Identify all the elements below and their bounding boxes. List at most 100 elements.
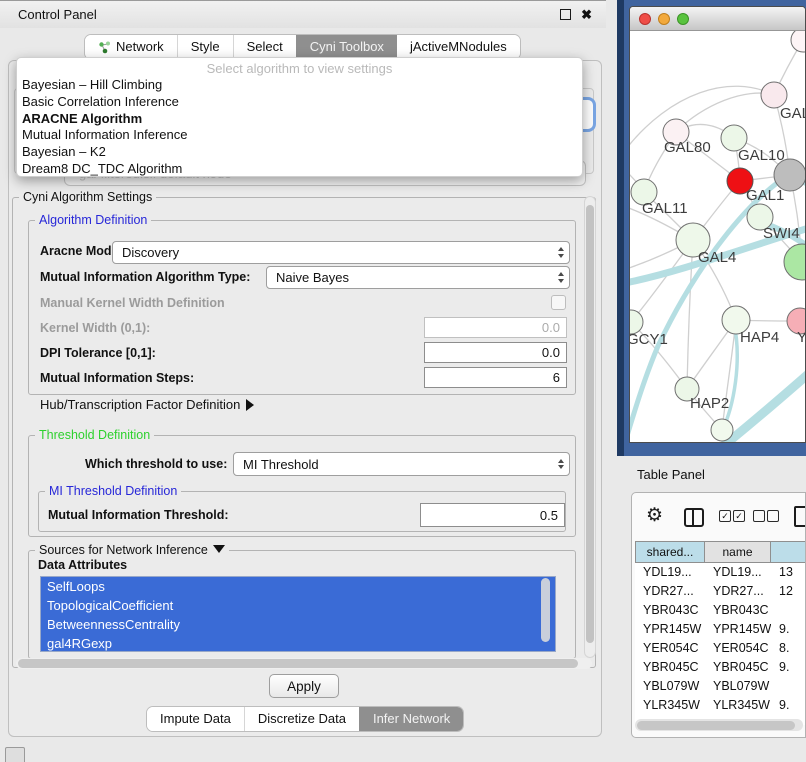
node-label: HAP2 (690, 395, 729, 412)
network-node[interactable] (711, 419, 733, 441)
table-row[interactable]: YLR345WYLR345W9. (635, 696, 806, 715)
tab-label: jActiveMNodules (410, 35, 507, 59)
tab-network[interactable]: Network (85, 35, 177, 59)
settings-horizontal-scrollbar[interactable] (16, 658, 592, 669)
algorithm-option[interactable]: Bayesian – Hill Climbing (17, 77, 582, 94)
table-cell[interactable]: YBR045C (705, 658, 771, 677)
tab-style[interactable]: Style (177, 35, 233, 59)
table-cell[interactable]: YDL19... (705, 563, 771, 582)
table-row[interactable]: YBR045CYBR045C9. (635, 658, 806, 677)
float-panel-icon[interactable] (560, 9, 571, 20)
table-cell[interactable]: YBR045C (635, 658, 705, 677)
attributes-list-scrollbar[interactable] (541, 578, 550, 642)
table-row[interactable]: YER054CYER054C8. (635, 639, 806, 658)
column-header[interactable]: shared... (635, 541, 705, 563)
tab-select[interactable]: Select (233, 35, 296, 59)
close-icon[interactable]: ✖ (581, 8, 592, 21)
tab-discretize-data[interactable]: Discretize Data (244, 707, 359, 731)
gear-icon[interactable]: ⚙ (646, 504, 663, 527)
table-cell[interactable]: 13 (771, 563, 806, 582)
apply-button[interactable]: Apply (269, 674, 339, 698)
algorithm-option[interactable]: Bayesian – K2 (17, 144, 582, 161)
checked-box-icon[interactable]: ✓ (733, 510, 745, 522)
node-label: GAL1 (746, 187, 784, 204)
mi-steps-field[interactable]: 6 (424, 367, 567, 388)
minimize-window-icon[interactable] (658, 13, 670, 25)
table-cell[interactable]: YDR27... (635, 582, 705, 601)
tab-impute-data[interactable]: Impute Data (147, 707, 244, 731)
tab-jactivemnodules[interactable]: jActiveMNodules (397, 35, 520, 59)
table-cell[interactable]: YPR145W (705, 620, 771, 639)
table-cell[interactable]: YER054C (635, 639, 705, 658)
table-cell[interactable]: 9. (771, 696, 806, 715)
unchecked-box-icon[interactable] (767, 510, 779, 522)
table-cell[interactable]: 9. (771, 620, 806, 639)
table-cell[interactable]: YDL19... (635, 563, 705, 582)
table-cell[interactable]: YLR345W (705, 696, 771, 715)
algorithm-option[interactable]: Mutual Information Inference (17, 127, 582, 144)
table-cell[interactable]: YBR043C (635, 601, 705, 620)
attribute-item[interactable]: SelfLoops (41, 577, 555, 596)
aracne-mode-value: Discovery (122, 245, 179, 260)
tab-label: Cyni Toolbox (310, 35, 384, 59)
table-cell[interactable] (771, 601, 806, 620)
mi-threshold-field[interactable]: 0.5 (420, 503, 565, 527)
column-header[interactable]: name (705, 541, 771, 563)
which-threshold-combo[interactable]: MI Threshold (233, 452, 570, 476)
docked-panel-icon[interactable] (5, 747, 25, 762)
table-cell[interactable]: YLR345W (635, 696, 705, 715)
table-cell[interactable] (771, 677, 806, 696)
table-cell[interactable]: YPR145W (635, 620, 705, 639)
table-row[interactable]: YBL079WYBL079W (635, 677, 806, 696)
node-label: Y (797, 329, 805, 346)
table-row[interactable]: YBR043CYBR043C (635, 601, 806, 620)
dpi-tolerance-field[interactable]: 0.0 (424, 342, 567, 363)
aracne-mode-combo[interactable]: Discovery (112, 241, 570, 264)
settings-vertical-scrollbar[interactable] (584, 196, 596, 658)
network-node[interactable] (791, 31, 805, 52)
data-attributes-list[interactable]: SelfLoopsTopologicalCoefficientBetweenne… (40, 576, 556, 652)
tab-infer-network[interactable]: Infer Network (359, 707, 463, 731)
network-canvas[interactable]: GALGAL80GAL10GAL1GAL11SWI4GAL4GCY1HAP4YH… (630, 31, 805, 443)
table-cell[interactable]: YBR043C (705, 601, 771, 620)
hub-definition-toggle[interactable]: Hub/Transcription Factor Definition (40, 397, 254, 412)
table-row[interactable]: YDL19...YDL19...13 (635, 563, 806, 582)
table-cell[interactable]: 12 (771, 582, 806, 601)
table-cell[interactable]: YBL079W (705, 677, 771, 696)
mi-type-combo[interactable]: Naive Bayes (266, 266, 570, 289)
manual-kernel-checkbox[interactable] (551, 295, 566, 310)
kernel-width-field[interactable]: 0.0 (424, 317, 567, 338)
columns-icon[interactable] (684, 508, 704, 527)
close-window-icon[interactable] (639, 13, 651, 25)
algorithm-option[interactable]: Dream8 DC_TDC Algorithm (17, 161, 582, 178)
algorithm-option[interactable]: ARACNE Algorithm (17, 111, 582, 128)
network-view-window[interactable]: GALGAL80GAL10GAL1GAL11SWI4GAL4GCY1HAP4YH… (629, 6, 806, 443)
node-label: HAP4 (740, 329, 779, 346)
table-cell[interactable]: 9. (771, 658, 806, 677)
node-label: GAL80 (664, 139, 711, 156)
export-table-icon[interactable] (794, 506, 806, 527)
table-row[interactable]: YDR27...YDR27...12 (635, 582, 806, 601)
sources-title[interactable]: Sources for Network Inference (35, 543, 229, 557)
stepper-icon (558, 267, 564, 288)
control-panel-titlebar: Control Panel ✖ (0, 0, 606, 28)
unchecked-box-icon[interactable] (753, 510, 765, 522)
network-node[interactable] (784, 244, 805, 280)
mi-type-value: Naive Bayes (276, 270, 349, 285)
network-window-titlebar[interactable] (630, 7, 805, 31)
table-cell[interactable]: YBL079W (635, 677, 705, 696)
table-cell[interactable]: YDR27... (705, 582, 771, 601)
attribute-item[interactable]: TopologicalCoefficient (41, 596, 555, 615)
zoom-window-icon[interactable] (677, 13, 689, 25)
attribute-item[interactable]: gal4RGexp (41, 634, 555, 652)
algorithm-option[interactable]: Basic Correlation Inference (17, 94, 582, 111)
table-cell[interactable]: 8. (771, 639, 806, 658)
tab-cyni-toolbox[interactable]: Cyni Toolbox (296, 35, 397, 59)
table-row[interactable]: YPR145WYPR145W9. (635, 620, 806, 639)
table-cell[interactable]: YER054C (705, 639, 771, 658)
algorithm-dropdown-list: Select algorithm to view settings Bayesi… (16, 57, 583, 177)
checked-box-icon[interactable]: ✓ (719, 510, 731, 522)
column-header[interactable] (771, 541, 806, 563)
table-horizontal-scrollbar[interactable] (635, 719, 803, 731)
attribute-item[interactable]: BetweennessCentrality (41, 615, 555, 634)
